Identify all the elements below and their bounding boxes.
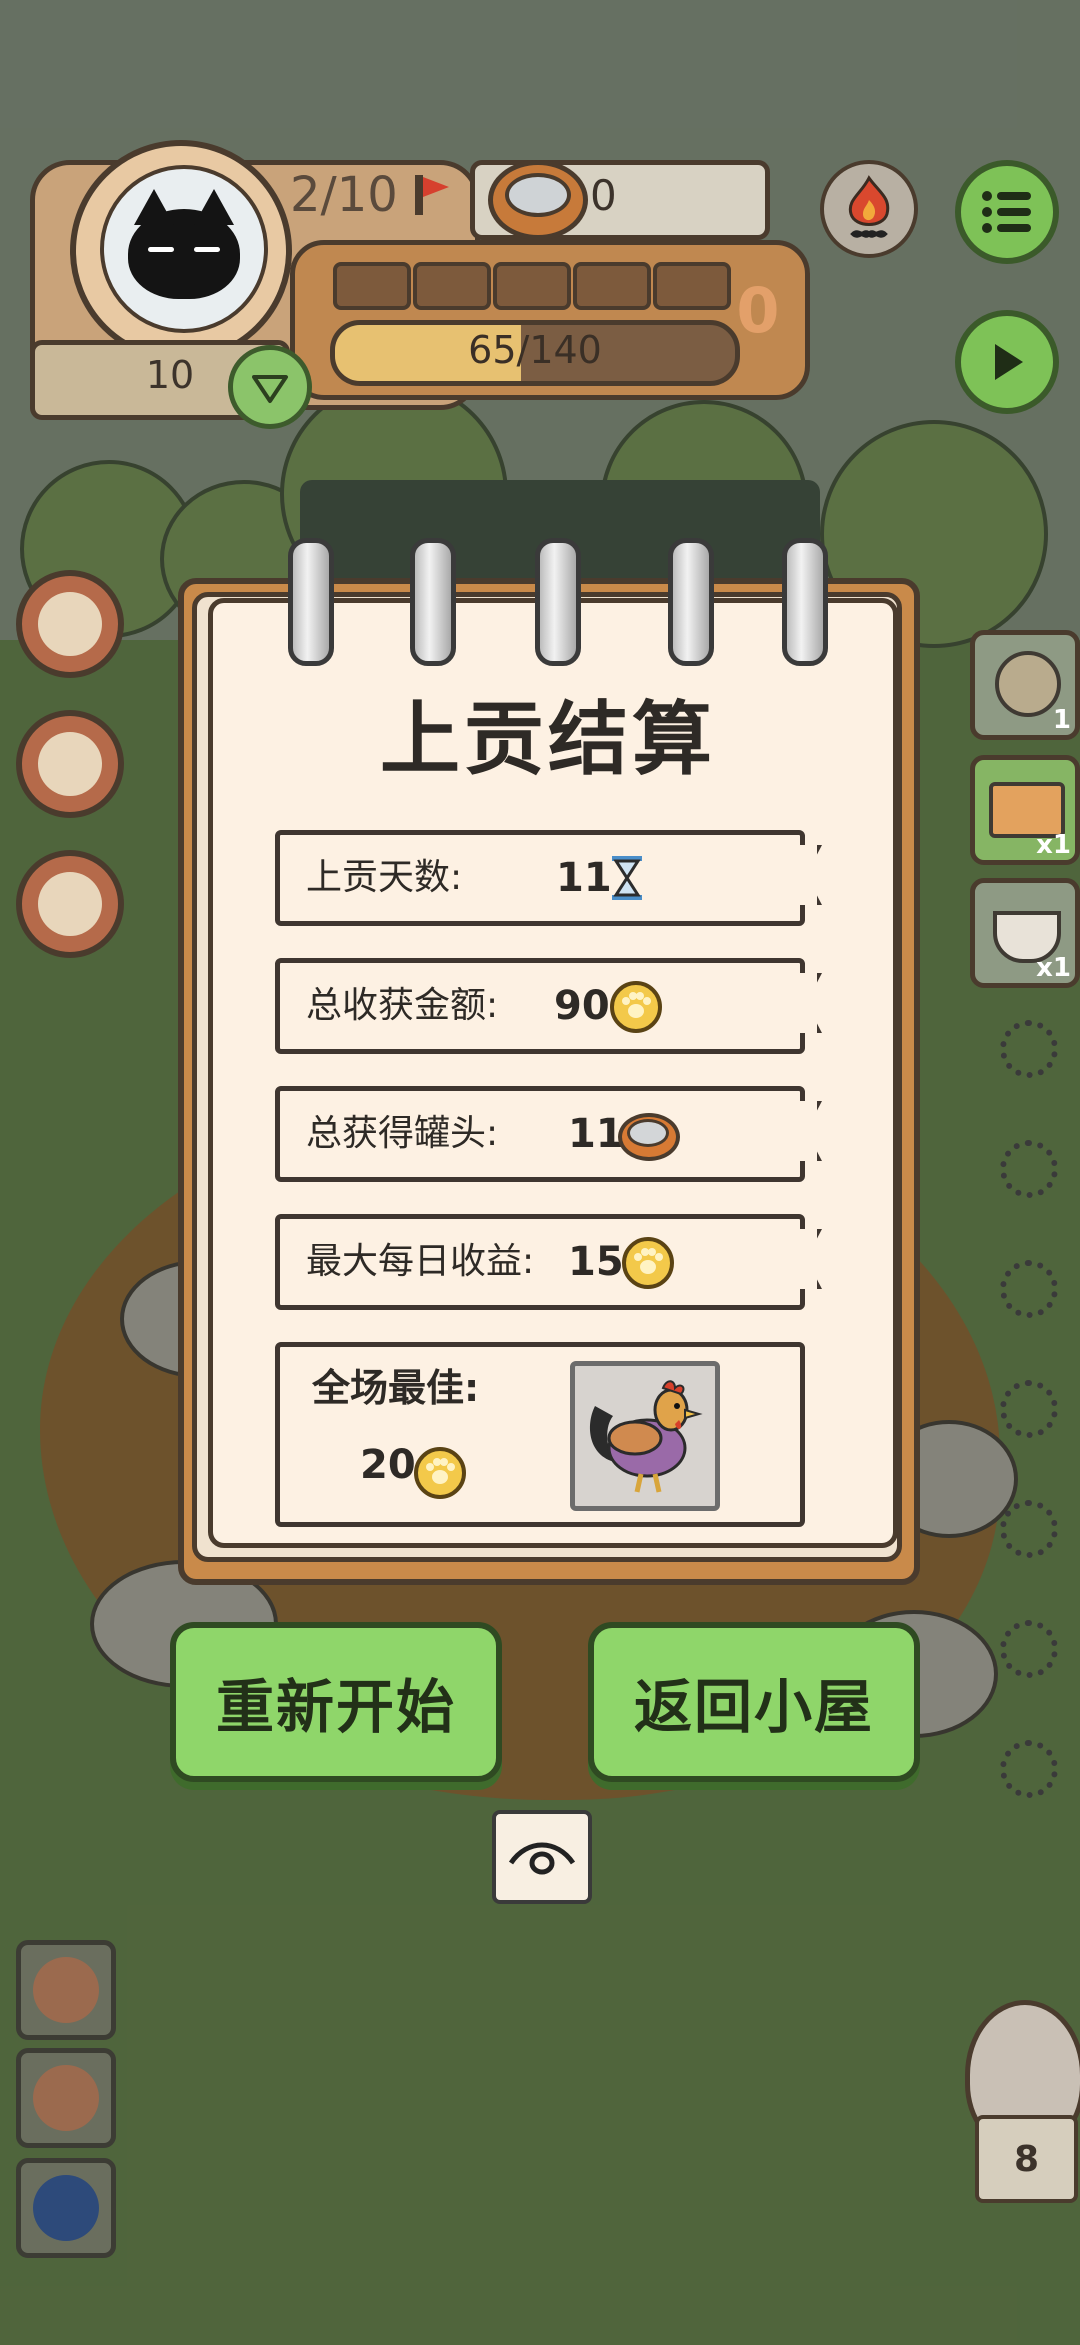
restart-button[interactable]: 重新开始 bbox=[170, 1622, 502, 1782]
gear-icon bbox=[1000, 1140, 1058, 1198]
cat-ear bbox=[134, 189, 174, 225]
progress-segment bbox=[333, 262, 411, 310]
ball-icon bbox=[38, 592, 102, 656]
skull-icon bbox=[33, 2065, 99, 2131]
gear-icon bbox=[1000, 1260, 1058, 1318]
rock-icon bbox=[33, 2175, 99, 2241]
fire-icon bbox=[848, 175, 890, 238]
cat-bowl-button[interactable] bbox=[16, 710, 124, 818]
stat-row-total-cans: 总获得罐头: 11 bbox=[275, 1086, 805, 1182]
side-item-ticket[interactable]: x1 bbox=[970, 755, 1080, 865]
can-count: 0 bbox=[590, 170, 617, 220]
progress-segment bbox=[653, 262, 731, 310]
stat-row-total-gold: 总收获金额: 90 bbox=[275, 958, 805, 1054]
rooster-icon bbox=[589, 1380, 703, 1493]
fire-infinity-badge[interactable] bbox=[820, 160, 918, 258]
binder-ring bbox=[668, 538, 714, 666]
best-animal-portrait bbox=[570, 1361, 720, 1511]
binder-ring bbox=[535, 538, 581, 666]
item-count: x1 bbox=[1036, 830, 1071, 860]
stat-row-days: 上贡天数: 11 bbox=[275, 830, 805, 926]
progress-segment bbox=[493, 262, 571, 310]
cat-eye bbox=[194, 247, 220, 252]
play-icon bbox=[995, 344, 1023, 380]
side-item-stone-bag[interactable]: 1 bbox=[970, 630, 1080, 740]
xp-text: 65/140 bbox=[468, 328, 602, 372]
can-icon bbox=[488, 160, 588, 240]
flag-icon bbox=[415, 175, 449, 215]
stat-row-max-daily: 最大每日收益: 15 bbox=[275, 1214, 805, 1310]
stat-label: 总收获金额: bbox=[306, 985, 499, 1026]
binder-ring bbox=[410, 538, 456, 666]
heart-button[interactable] bbox=[228, 345, 312, 429]
lucky-cat-button[interactable] bbox=[16, 850, 124, 958]
menu-button[interactable] bbox=[955, 160, 1059, 264]
hourglass-icon bbox=[612, 856, 642, 900]
bowl-icon bbox=[38, 732, 102, 796]
can-icon bbox=[618, 1113, 680, 1161]
best-value: 20 bbox=[360, 1442, 416, 1488]
stat-label: 最大每日收益: bbox=[306, 1241, 535, 1282]
gear-icon bbox=[1000, 1500, 1058, 1558]
gear-icon bbox=[1000, 1380, 1058, 1438]
cat-avatar[interactable] bbox=[100, 165, 268, 333]
cat-eye bbox=[148, 247, 174, 252]
coin-count: 10 bbox=[145, 353, 195, 397]
stat-value: 15 bbox=[568, 1239, 624, 1285]
stat-label: 总获得罐头: bbox=[306, 1113, 499, 1154]
heart-icon bbox=[252, 375, 288, 403]
stat-label: 上贡天数: bbox=[306, 857, 463, 898]
progress-segment bbox=[413, 262, 491, 310]
paw-coin-icon bbox=[622, 1237, 674, 1289]
binder-ring bbox=[782, 538, 828, 666]
lucky-cat-icon bbox=[38, 872, 102, 936]
gear-icon bbox=[1000, 1620, 1058, 1678]
egg-icon bbox=[33, 1957, 99, 2023]
stat-value: 11 bbox=[556, 855, 612, 901]
inventory-slot[interactable] bbox=[16, 2158, 116, 2258]
inventory-slot[interactable] bbox=[16, 2048, 116, 2148]
view-scene-button[interactable] bbox=[492, 1810, 592, 1904]
progress-segment bbox=[573, 262, 651, 310]
stat-value: 90 bbox=[554, 983, 610, 1029]
back-home-button[interactable]: 返回小屋 bbox=[588, 1622, 920, 1782]
paw-coin-icon bbox=[610, 981, 662, 1033]
side-item-bowl[interactable]: x1 bbox=[970, 878, 1080, 988]
gear-icon bbox=[1000, 1020, 1058, 1078]
paw-coin-icon bbox=[414, 1447, 466, 1499]
black-cat-icon bbox=[128, 189, 240, 299]
cat-ear bbox=[194, 189, 234, 225]
stone-bag-icon bbox=[995, 651, 1061, 717]
best-label: 全场最佳: bbox=[312, 1366, 480, 1410]
ball-toy-button[interactable] bbox=[16, 570, 124, 678]
stat-value: 11 bbox=[568, 1111, 624, 1157]
item-count: x1 bbox=[1036, 953, 1071, 983]
best-animal-card: 全场最佳: 20 bbox=[275, 1342, 805, 1527]
play-button[interactable] bbox=[955, 310, 1059, 414]
binder-ring bbox=[288, 538, 334, 666]
owl-count: 8 bbox=[975, 2115, 1078, 2203]
dialog-title: 上贡结算 bbox=[380, 693, 716, 786]
eye-icon bbox=[508, 1842, 576, 1875]
gear-icon bbox=[1000, 1740, 1058, 1798]
list-icon bbox=[982, 191, 1031, 233]
inventory-slot[interactable] bbox=[16, 1940, 116, 2040]
item-count: 1 bbox=[1052, 705, 1071, 735]
